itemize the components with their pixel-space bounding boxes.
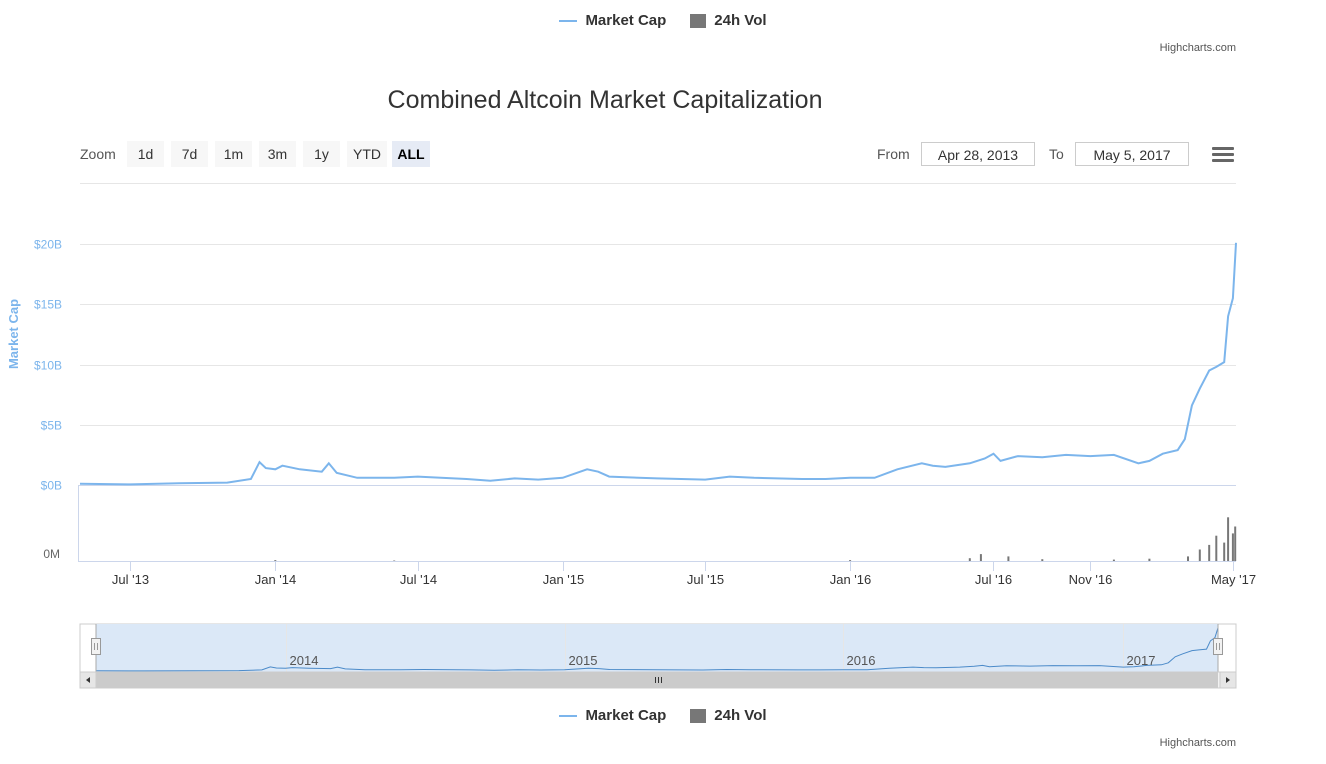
volume-bar: [1041, 559, 1044, 561]
volume-bar: [1187, 556, 1189, 561]
x-tick-label: Jul '15: [687, 572, 724, 587]
y-axis-title: Market Cap: [6, 299, 21, 369]
x-tick-label: Jan '16: [830, 572, 872, 587]
volume-bar: [1007, 556, 1010, 561]
x-tick-label: May '17: [1211, 572, 1256, 587]
chart-canvas: $0B $5B $10B $15B $20B Market Cap 0M Jul '13…: [6, 183, 1256, 689]
x-axis-ticks: Jul '13 Jan '14 Jul '14 Jan '15 Jul '15 Jan '…: [112, 561, 1256, 587]
x-tick-label: Nov '16: [1069, 572, 1113, 587]
legend-item-volume-bottom[interactable]: 24h Vol: [690, 707, 767, 724]
legend-label-volume: 24h Vol: [714, 707, 767, 724]
legend-bottom: Market Cap 24h Vol: [0, 707, 1326, 724]
volume-bar: [1208, 544, 1211, 561]
y-tick-label: $10B: [34, 359, 62, 373]
navigator-year-label: 2016: [847, 653, 876, 668]
volume-bar: [1227, 517, 1230, 561]
x-tick-label: Jul '14: [400, 572, 437, 587]
x-tick-label: Jan '14: [255, 572, 297, 587]
volume-bar: [1112, 559, 1115, 561]
market-cap-line: [79, 242, 1237, 486]
volume-bar: [1234, 526, 1237, 561]
y-tick-label: $0B: [41, 479, 62, 493]
volume-bar: [968, 558, 971, 561]
x-tick-label: Jan '15: [543, 572, 585, 587]
scrollbar-thumb[interactable]: [96, 672, 1218, 688]
legend-label-market-cap: Market Cap: [585, 707, 667, 724]
volume-axis-label: 0M: [43, 547, 60, 561]
y-tick-label: $15B: [34, 298, 62, 312]
credits-link-bottom[interactable]: Highcharts.com: [1160, 737, 1236, 749]
y-axis-ticks: $0B $5B $10B $15B $20B: [34, 238, 62, 493]
volume-bar: [274, 560, 277, 561]
scroll-left-arrow-icon[interactable]: [79, 671, 97, 689]
legend-item-market-cap-bottom[interactable]: Market Cap: [559, 707, 666, 724]
y-tick-label: $5B: [41, 419, 62, 433]
volume-bar: [1231, 533, 1234, 561]
y-tick-label: $20B: [34, 238, 62, 252]
volume-bar: [1215, 535, 1218, 561]
volume-bar: [849, 560, 852, 561]
x-tick-label: Jul '16: [975, 572, 1012, 587]
volume-bar: [393, 560, 396, 561]
market-cap-line-swatch: [559, 714, 578, 717]
volume-bar: [979, 554, 982, 561]
volume-bar: [1223, 542, 1226, 561]
navigator-right-handle[interactable]: [1213, 638, 1223, 655]
volume-bar: [1148, 558, 1151, 561]
x-tick-label: Jul '13: [112, 572, 149, 587]
scroll-right-arrow-icon[interactable]: [1219, 671, 1237, 689]
navigator-year-label: 2017: [1127, 653, 1156, 668]
volume-bar: [1198, 549, 1201, 561]
navigator-left-handle[interactable]: [91, 638, 101, 655]
navigator-selected-range[interactable]: [96, 624, 1218, 672]
navigator-year-label: 2014: [290, 653, 319, 668]
volume-series: [274, 517, 1237, 561]
navigator-year-label: 2015: [569, 653, 598, 668]
volume-box-swatch: [690, 708, 707, 723]
grid-lines: [80, 244, 1236, 426]
